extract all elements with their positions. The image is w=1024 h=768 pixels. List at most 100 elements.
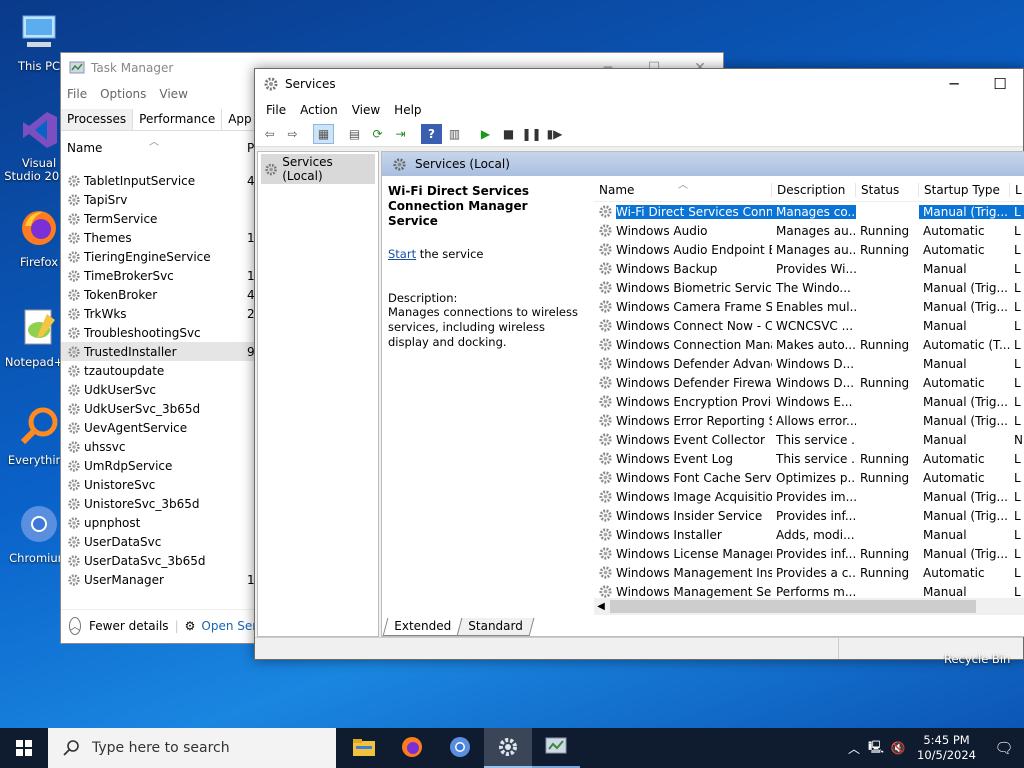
scrollbar-thumb[interactable]: [610, 600, 976, 613]
taskbar-file-explorer[interactable]: [340, 728, 388, 768]
horizontal-scrollbar[interactable]: ◀: [594, 598, 1024, 615]
column-log-on-as[interactable]: L: [1010, 183, 1024, 197]
refresh-icon[interactable]: ⟳: [367, 124, 388, 144]
service-row[interactable]: Windows Backup Provides Wi... Manual L: [594, 259, 1024, 278]
process-row[interactable]: TimeBrokerSvc 1: [61, 266, 255, 285]
process-row[interactable]: tzautoupdate: [61, 361, 255, 380]
process-row[interactable]: UsoSvc8: [61, 589, 255, 591]
service-row[interactable]: Windows Audio Endpoint B... Manages au...…: [594, 240, 1024, 259]
process-row[interactable]: TieringEngineService: [61, 247, 255, 266]
maximize-button[interactable]: ☐: [977, 69, 1023, 99]
service-log-on-as: L: [1014, 565, 1021, 580]
back-arrow-icon[interactable]: ⇦: [259, 124, 280, 144]
pause-service-icon[interactable]: ❚❚: [521, 124, 542, 144]
process-row[interactable]: TabletInputService 4: [61, 171, 255, 190]
process-row[interactable]: TrustedInstaller 9: [61, 342, 255, 361]
process-row[interactable]: TokenBroker 4: [61, 285, 255, 304]
minimize-button[interactable]: ─: [931, 69, 977, 99]
volume-muted-icon[interactable]: 🔇: [887, 741, 909, 755]
process-row[interactable]: uhssvc: [61, 437, 255, 456]
service-row[interactable]: Windows Font Cache Service Optimizes p...…: [594, 468, 1024, 487]
service-row[interactable]: Windows Connection Mana... Makes auto... R…: [594, 335, 1024, 354]
fewer-details-button[interactable]: Fewer details: [89, 619, 169, 633]
chevron-up-icon[interactable]: ︿: [69, 616, 81, 635]
menu-view[interactable]: View: [345, 103, 387, 117]
service-row[interactable]: Wi-Fi Direct Services Conne...Manages co…: [594, 202, 1024, 221]
column-name[interactable]: Name: [67, 141, 102, 155]
taskbar-search-box[interactable]: Type here to search: [48, 728, 336, 768]
services-titlebar[interactable]: Services ─ ☐: [255, 69, 1023, 99]
service-row[interactable]: Windows Audio Manages au... Running Automat…: [594, 221, 1024, 240]
menu-action[interactable]: Action: [293, 103, 345, 117]
service-log-on-as: L: [1014, 489, 1021, 504]
process-row[interactable]: Themes 1: [61, 228, 255, 247]
column-status[interactable]: Status: [856, 183, 919, 197]
service-row[interactable]: Windows Insider Service Provides inf... Ma…: [594, 506, 1024, 525]
service-row[interactable]: Windows Biometric Service The Windo... Man…: [594, 278, 1024, 297]
view-icon[interactable]: ▥: [444, 124, 465, 144]
service-name-cell: Windows Management Ser...: [594, 584, 772, 599]
service-row[interactable]: Windows Encryption Provid... Windows E...…: [594, 392, 1024, 411]
service-row[interactable]: Windows Installer Adds, modi... Manual L: [594, 525, 1024, 544]
service-row[interactable]: Windows Defender Firewall Windows D... Run…: [594, 373, 1024, 392]
process-row[interactable]: UdkUserSvc_3b65d: [61, 399, 255, 418]
process-row[interactable]: UserDataSvc: [61, 532, 255, 551]
tab-extended[interactable]: Extended: [382, 618, 463, 636]
service-row[interactable]: Windows Event Log This service ... Running…: [594, 449, 1024, 468]
task-manager-footer: ︿ Fewer details | ⚙ Open Serv: [61, 609, 255, 641]
tree-node-services-local[interactable]: Services (Local): [261, 154, 375, 184]
help-icon[interactable]: ?: [421, 123, 442, 144]
menu-view[interactable]: View: [159, 87, 194, 101]
notification-icon[interactable]: 🗨: [984, 739, 1024, 757]
process-row[interactable]: TrkWks 2: [61, 304, 255, 323]
menu-file[interactable]: File: [67, 87, 94, 101]
service-row[interactable]: Windows License Manager ... Provides inf.…: [594, 544, 1024, 563]
column-description[interactable]: Description: [772, 183, 856, 197]
column-startup-type[interactable]: Startup Type: [919, 183, 1010, 197]
service-row[interactable]: Windows Camera Frame Se... Enables mul...…: [594, 297, 1024, 316]
service-row[interactable]: Windows Management Inst... Provides a c..…: [594, 563, 1024, 582]
process-row[interactable]: UdkUserSvc: [61, 380, 255, 399]
process-row[interactable]: UserManager 1: [61, 570, 255, 589]
start-button[interactable]: [0, 728, 48, 768]
show-hide-console-tree-icon[interactable]: ▦: [313, 123, 334, 144]
forward-arrow-icon[interactable]: ⇨: [282, 124, 303, 144]
chevron-up-icon[interactable]: ︿: [843, 740, 865, 757]
process-row[interactable]: UserDataSvc_3b65d: [61, 551, 255, 570]
start-service-link[interactable]: Start: [388, 247, 416, 261]
clock[interactable]: 5:45 PM 10/5/2024: [909, 733, 984, 763]
tab-performance[interactable]: Performance: [133, 109, 223, 130]
start-service-icon[interactable]: ▶: [475, 124, 496, 144]
menu-file[interactable]: File: [259, 103, 293, 117]
network-icon[interactable]: 🖳: [865, 738, 887, 759]
process-row[interactable]: TermService: [61, 209, 255, 228]
restart-service-icon[interactable]: ▮▶: [544, 124, 565, 144]
process-row[interactable]: UnistoreSvc: [61, 475, 255, 494]
stop-service-icon[interactable]: ■: [498, 124, 519, 144]
process-row[interactable]: upnphost: [61, 513, 255, 532]
process-row[interactable]: TapiSrv: [61, 190, 255, 209]
scroll-left-icon[interactable]: ◀: [594, 601, 608, 612]
properties-icon[interactable]: ▤: [344, 124, 365, 144]
service-row[interactable]: Windows Defender Advanc... Windows D... Ma…: [594, 354, 1024, 373]
tab-standard[interactable]: Standard: [456, 618, 535, 636]
firefox-icon: [402, 737, 422, 757]
process-row[interactable]: UnistoreSvc_3b65d: [61, 494, 255, 513]
export-list-icon[interactable]: ⇥: [390, 124, 411, 144]
taskbar-services[interactable]: [484, 728, 532, 768]
process-row[interactable]: UevAgentService: [61, 418, 255, 437]
process-row[interactable]: UmRdpService: [61, 456, 255, 475]
taskbar-chromium[interactable]: [436, 728, 484, 768]
tab-processes[interactable]: Processes: [61, 109, 134, 130]
open-services-link[interactable]: Open Serv: [201, 619, 255, 633]
service-row[interactable]: Windows Connect Now - C... WCNCSVC ... Man…: [594, 316, 1024, 335]
process-row[interactable]: TroubleshootingSvc: [61, 323, 255, 342]
service-row[interactable]: Windows Error Reporting Se... Allows erro…: [594, 411, 1024, 430]
services-menubar: File Action View Help: [255, 99, 1023, 121]
service-row[interactable]: Windows Event Collector This service ... M…: [594, 430, 1024, 449]
taskbar-firefox[interactable]: [388, 728, 436, 768]
menu-help[interactable]: Help: [387, 103, 428, 117]
taskbar-task-manager[interactable]: [532, 728, 580, 768]
menu-options[interactable]: Options: [100, 87, 153, 101]
service-row[interactable]: Windows Image Acquisitio... Provides im..…: [594, 487, 1024, 506]
